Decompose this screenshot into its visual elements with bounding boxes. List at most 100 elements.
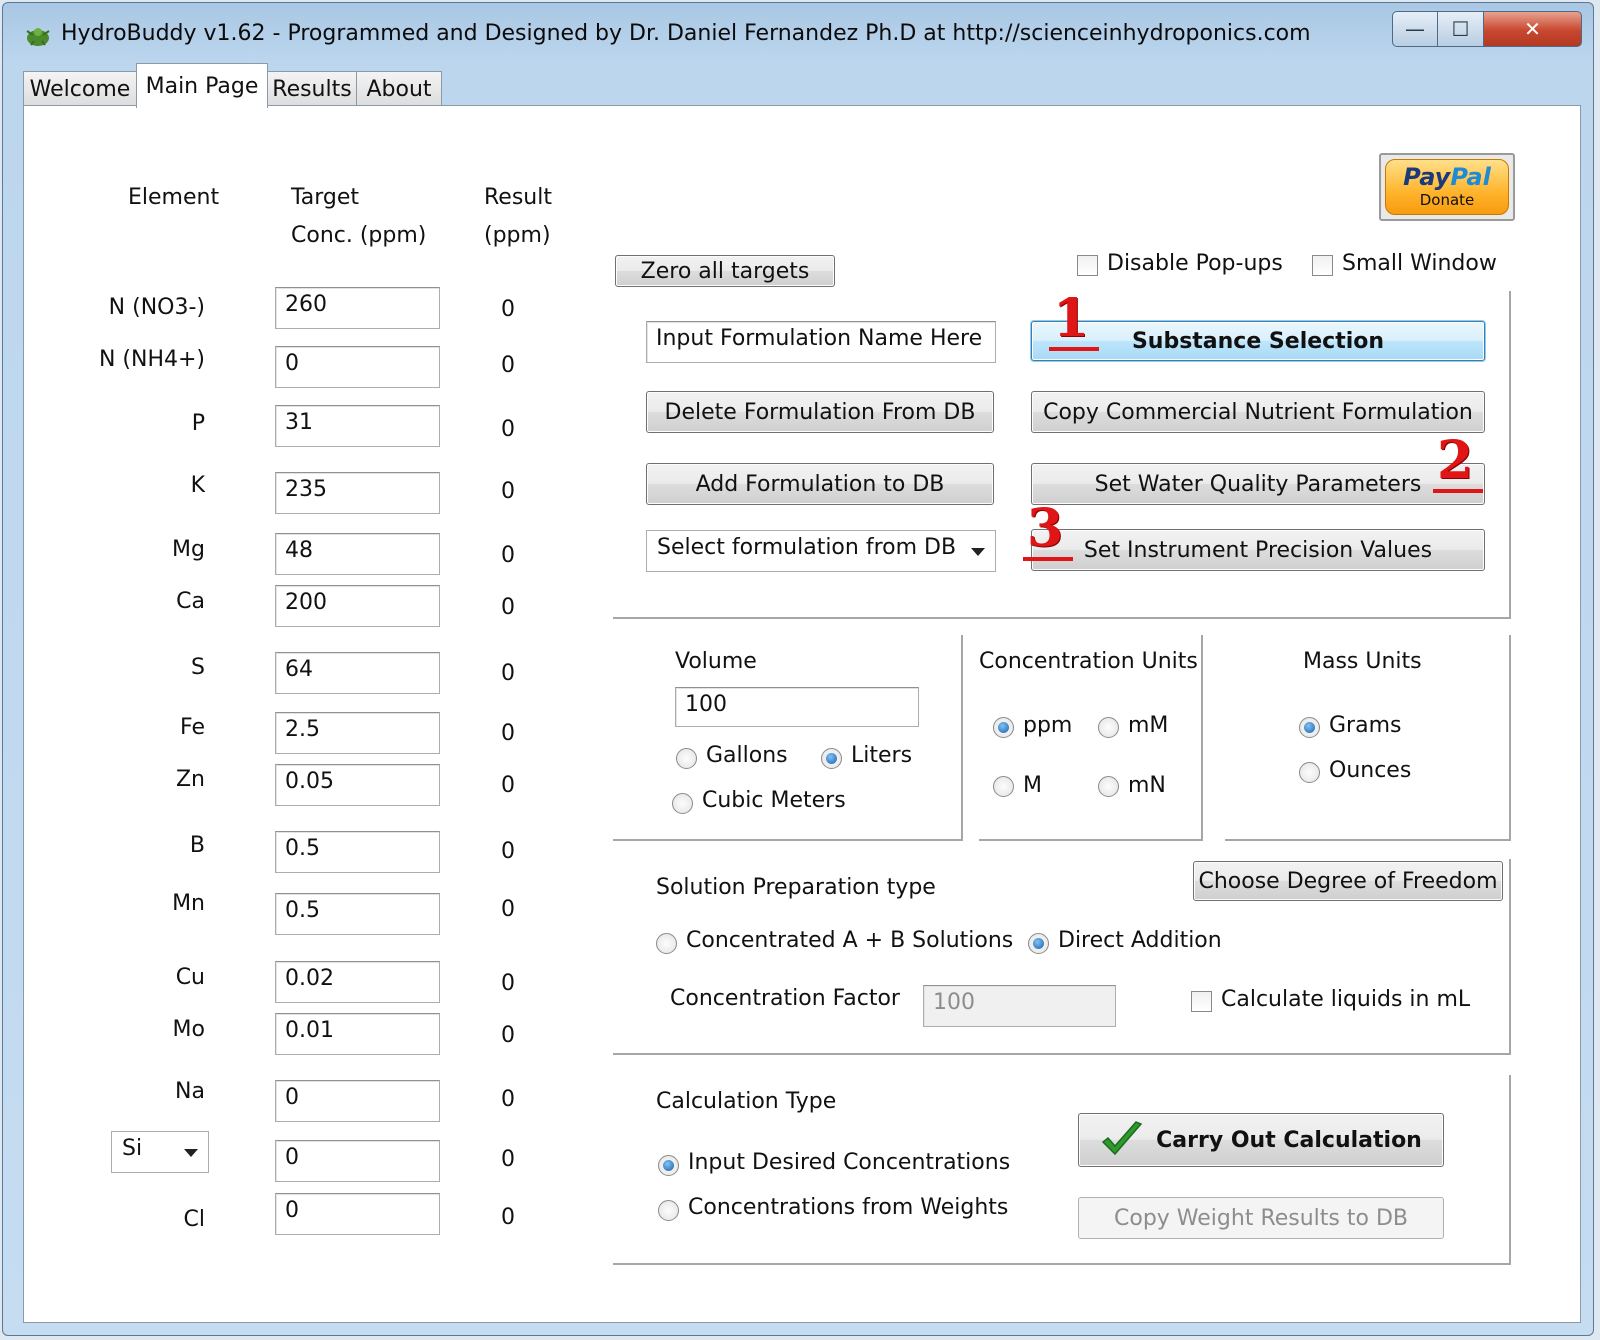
calculation-type-label: Calculation Type — [656, 1089, 837, 1114]
direct-addition-radio[interactable] — [1028, 933, 1049, 954]
carry-out-calculation-button[interactable]: Carry Out Calculation — [1078, 1113, 1444, 1167]
tab-main-page[interactable]: Main Page — [136, 63, 268, 108]
group-border — [1225, 839, 1511, 841]
element-label: B — [189, 833, 205, 858]
from-weights-radio[interactable] — [658, 1200, 679, 1221]
mm-radio[interactable] — [1098, 717, 1119, 738]
target-input-p[interactable]: 31 — [275, 405, 440, 447]
element-label: S — [191, 655, 205, 680]
ppm-radio[interactable] — [993, 717, 1014, 738]
app-window: HydroBuddy v1.62 - Programmed and Design… — [2, 2, 1594, 1336]
solution-prep-label: Solution Preparation type — [656, 875, 936, 900]
paypal-logo-pal: Pal — [1450, 163, 1491, 191]
result-value: 0 — [501, 897, 515, 922]
cubic-meters-label: Cubic Meters — [702, 788, 846, 813]
target-input-na[interactable]: 0 — [275, 1080, 440, 1122]
target-input-b[interactable]: 0.5 — [275, 831, 440, 873]
target-input-cu[interactable]: 0.02 — [275, 961, 440, 1003]
mass-units-label: Mass Units — [1303, 649, 1422, 674]
add-formulation-button[interactable]: Add Formulation to DB — [646, 463, 994, 505]
grams-radio[interactable] — [1299, 717, 1320, 738]
result-value: 0 — [501, 543, 515, 568]
direct-addition-label: Direct Addition — [1058, 928, 1222, 953]
group-border — [1201, 635, 1203, 841]
annotation-step-3: 3 — [1023, 503, 1073, 561]
concentration-factor-input[interactable]: 100 — [923, 985, 1116, 1027]
result-value: 0 — [501, 971, 515, 996]
element-label: Cu — [175, 965, 205, 990]
volume-input[interactable]: 100 — [675, 687, 919, 727]
target-input-mo[interactable]: 0.01 — [275, 1013, 440, 1055]
ounces-label: Ounces — [1329, 758, 1412, 783]
paypal-donate-label: Donate — [1419, 191, 1475, 209]
target-input-si[interactable]: 0 — [275, 1140, 440, 1182]
paypal-donate-button[interactable]: PayPal Donate — [1379, 153, 1515, 221]
mn-radio[interactable] — [1098, 776, 1119, 797]
close-button[interactable]: ✕ — [1484, 11, 1582, 47]
minimize-button[interactable]: — — [1392, 11, 1438, 47]
result-value: 0 — [501, 1023, 515, 1048]
target-input-ca[interactable]: 200 — [275, 585, 440, 627]
element-label: Mg — [172, 537, 205, 562]
choose-degree-of-freedom-button[interactable]: Choose Degree of Freedom — [1193, 861, 1503, 901]
paypal-logo-pay: Pay — [1403, 163, 1451, 191]
set-water-quality-button[interactable]: Set Water Quality Parameters — [1031, 463, 1485, 505]
dropdown-arrow-icon — [971, 548, 985, 556]
header-target: Target — [291, 185, 360, 210]
target-input-k[interactable]: 235 — [275, 472, 440, 514]
element-label: Mo — [172, 1017, 205, 1042]
mn-label: mN — [1128, 773, 1166, 798]
input-desired-radio[interactable] — [658, 1155, 679, 1176]
m-radio[interactable] — [993, 776, 1014, 797]
element-label: Ca — [176, 589, 205, 614]
formulation-name-input[interactable]: Input Formulation Name Here — [646, 321, 996, 363]
target-input-mn[interactable]: 0.5 — [275, 893, 440, 935]
target-input-zn[interactable]: 0.05 — [275, 764, 440, 806]
volume-label: Volume — [675, 649, 757, 674]
zero-all-targets-button[interactable]: Zero all targets — [615, 255, 835, 287]
group-border — [1509, 291, 1511, 617]
target-input-mg[interactable]: 48 — [275, 533, 440, 575]
copy-commercial-formulation-button[interactable]: Copy Commercial Nutrient Formulation — [1031, 391, 1485, 433]
result-value: 0 — [501, 1087, 515, 1112]
liters-radio[interactable] — [821, 748, 842, 769]
header-result: Result — [484, 185, 552, 210]
grams-label: Grams — [1329, 713, 1402, 738]
delete-formulation-button[interactable]: Delete Formulation From DB — [646, 391, 994, 433]
ounces-radio[interactable] — [1299, 762, 1320, 783]
result-value: 0 — [501, 1205, 515, 1230]
calculate-liquids-ml-checkbox[interactable] — [1191, 991, 1212, 1012]
tab-about[interactable]: About — [356, 71, 442, 107]
target-input-n-nh4[interactable]: 0 — [275, 346, 440, 388]
small-window-checkbox[interactable] — [1312, 255, 1333, 276]
concentrated-ab-radio[interactable] — [656, 933, 677, 954]
set-instrument-precision-button[interactable]: Set Instrument Precision Values — [1031, 529, 1485, 571]
target-input-n-no3[interactable]: 260 — [275, 287, 440, 329]
cubic-meters-radio[interactable] — [672, 793, 693, 814]
target-input-fe[interactable]: 2.5 — [275, 712, 440, 754]
substance-selection-button[interactable]: Substance Selection — [1031, 321, 1485, 361]
element-select-si[interactable]: Si — [111, 1131, 209, 1173]
dropdown-arrow-icon — [184, 1149, 198, 1157]
element-select-value: Si — [122, 1136, 143, 1161]
group-border — [1509, 635, 1511, 841]
select-formulation-dropdown[interactable]: Select formulation from DB — [646, 530, 996, 572]
ppm-label: ppm — [1023, 713, 1073, 738]
group-border — [1509, 1075, 1511, 1265]
target-input-cl[interactable]: 0 — [275, 1193, 440, 1235]
result-value: 0 — [501, 721, 515, 746]
element-label: Na — [175, 1079, 205, 1104]
target-input-s[interactable]: 64 — [275, 652, 440, 694]
tab-welcome[interactable]: Welcome — [23, 71, 137, 107]
disable-popups-checkbox[interactable] — [1077, 255, 1098, 276]
maximize-button[interactable]: ☐ — [1438, 11, 1484, 47]
carry-out-calculation-label: Carry Out Calculation — [1156, 1127, 1422, 1153]
result-value: 0 — [501, 417, 515, 442]
copy-weight-results-button[interactable]: Copy Weight Results to DB — [1078, 1197, 1444, 1239]
tab-results[interactable]: Results — [267, 71, 357, 107]
element-label: P — [191, 411, 205, 436]
mm-label: mM — [1128, 713, 1169, 738]
element-label: K — [190, 473, 205, 498]
gallons-radio[interactable] — [676, 748, 697, 769]
group-border — [979, 839, 1203, 841]
